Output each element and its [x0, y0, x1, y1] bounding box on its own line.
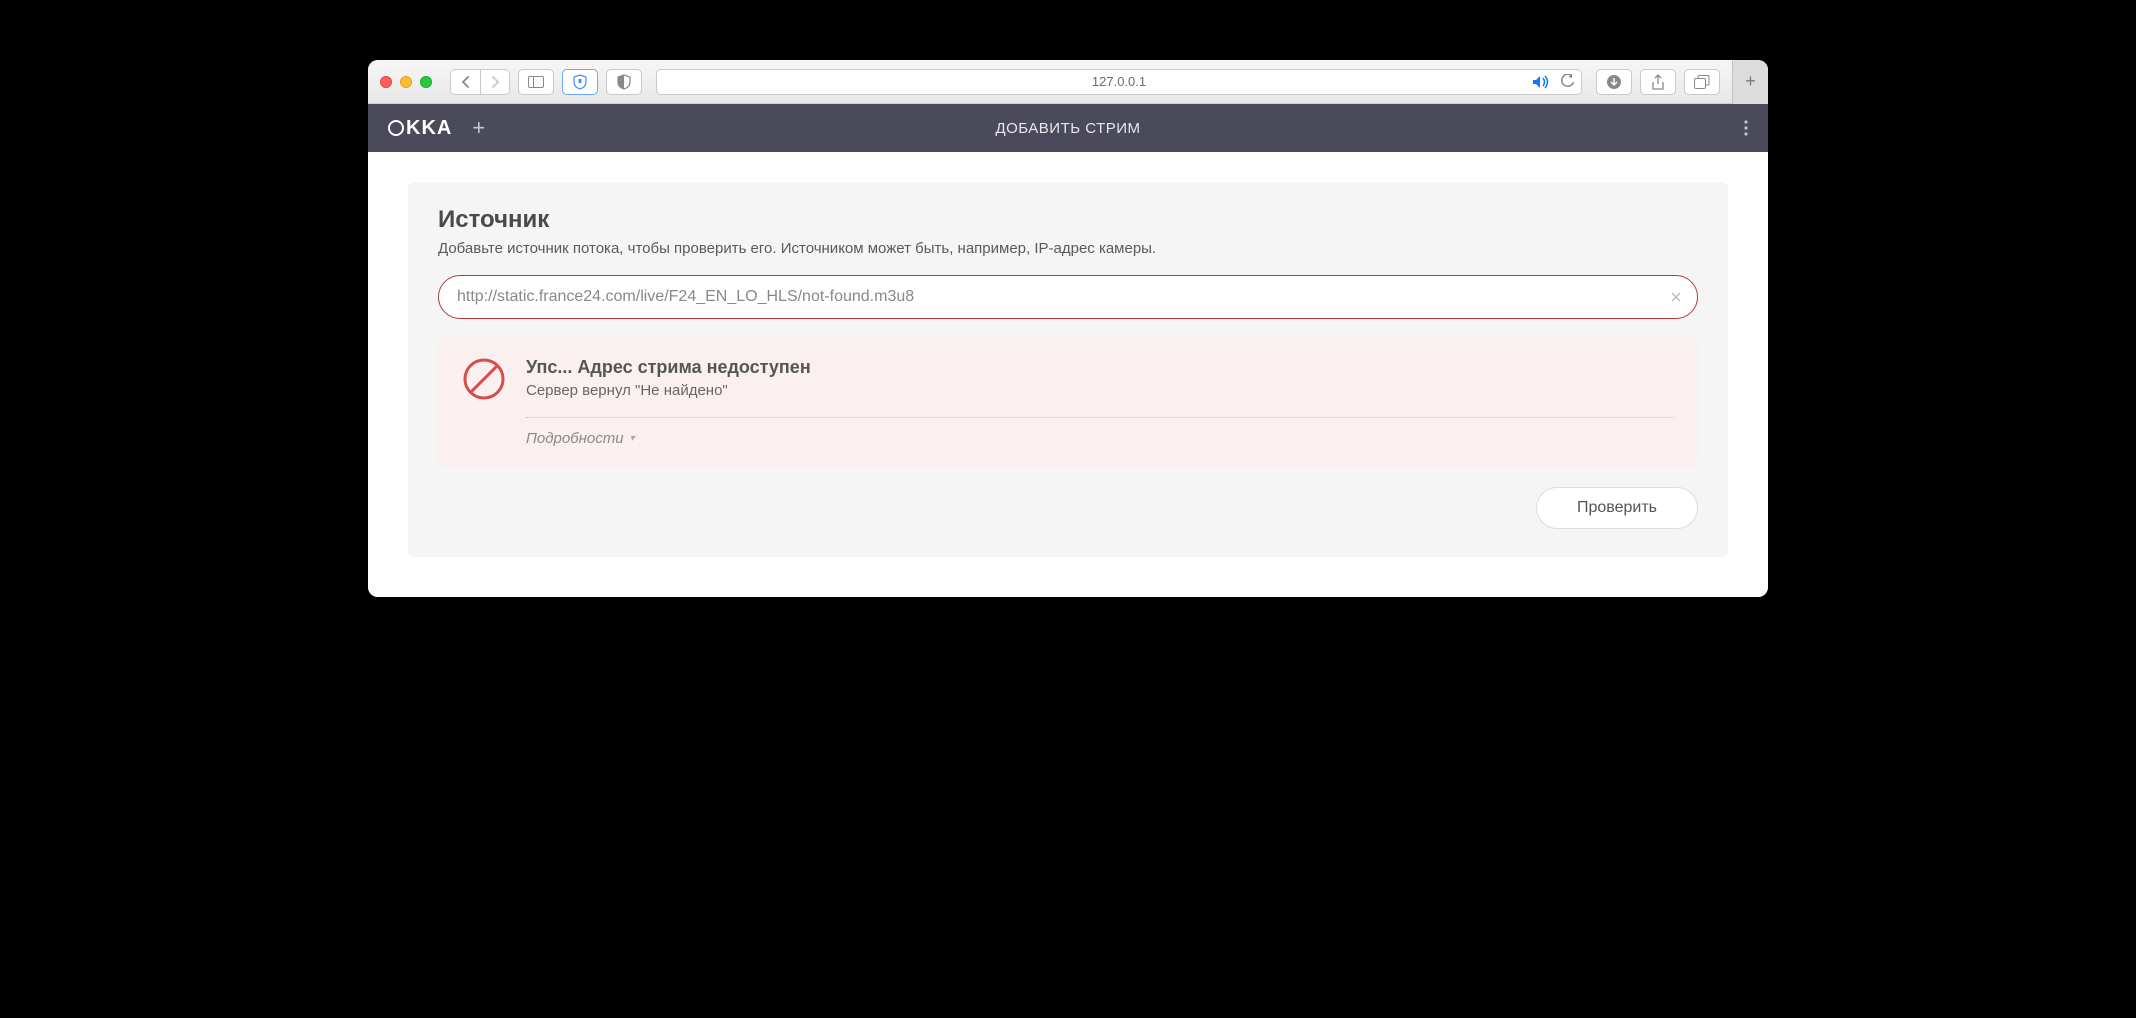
tabs-icon: [1694, 75, 1710, 89]
sidebar-icon: [528, 76, 544, 88]
page-title: ДОБАВИТЬ СТРИМ: [995, 120, 1140, 137]
logo-text: KKA: [406, 117, 452, 140]
source-subtitle: Добавьте источник потока, чтобы проверит…: [438, 240, 1698, 257]
audio-icon[interactable]: [1532, 75, 1550, 89]
error-message: Сервер вернул "Не найдено": [526, 382, 1674, 399]
browser-window: 127.0.0.1 + KKA + ДОБАВИТЬ: [368, 60, 1768, 597]
check-button[interactable]: Проверить: [1536, 487, 1698, 529]
close-window-button[interactable]: [380, 76, 392, 88]
source-card: Источник Добавьте источник потока, чтобы…: [408, 182, 1728, 557]
url-input-wrap: [438, 275, 1698, 319]
share-button[interactable]: [1640, 69, 1676, 95]
new-tab-button[interactable]: +: [1732, 60, 1768, 104]
maximize-window-button[interactable]: [420, 76, 432, 88]
add-button[interactable]: +: [472, 115, 485, 141]
clear-input-button[interactable]: [1670, 291, 1682, 303]
app-header: KKA + ДОБАВИТЬ СТРИМ: [368, 104, 1768, 152]
chevron-right-icon: [490, 76, 500, 88]
error-panel: Упс... Адрес стрима недоступен Сервер ве…: [438, 337, 1698, 467]
logo-circle-icon: [388, 120, 404, 136]
address-right-controls: [1532, 74, 1575, 90]
divider: [526, 417, 1674, 418]
forward-button[interactable]: [480, 69, 510, 95]
stream-url-input[interactable]: [438, 275, 1698, 319]
actions-row: Проверить: [438, 487, 1698, 529]
error-content: Упс... Адрес стрима недоступен Сервер ве…: [526, 357, 1674, 447]
prohibited-icon: [462, 357, 506, 401]
close-icon: [1670, 291, 1682, 303]
error-title: Упс... Адрес стрима недоступен: [526, 357, 1674, 378]
chevron-down-icon: ▾: [630, 433, 635, 444]
address-bar[interactable]: 127.0.0.1: [656, 69, 1582, 95]
browser-toolbar: 127.0.0.1 +: [368, 60, 1768, 104]
details-label: Подробности: [526, 430, 624, 447]
share-icon: [1651, 74, 1665, 90]
privacy-button[interactable]: [606, 69, 642, 95]
content-area: Источник Добавьте источник потока, чтобы…: [368, 152, 1768, 597]
tabs-button[interactable]: [1684, 69, 1720, 95]
window-controls: [380, 76, 432, 88]
sidebar-toggle-button[interactable]: [518, 69, 554, 95]
downloads-button[interactable]: [1596, 69, 1632, 95]
details-toggle[interactable]: Подробности ▾: [526, 430, 1674, 447]
minimize-window-button[interactable]: [400, 76, 412, 88]
nav-buttons: [450, 69, 510, 95]
chevron-left-icon: [461, 76, 471, 88]
privacy-shield-icon: [617, 74, 631, 90]
shield-icon: [573, 74, 587, 90]
error-icon: [462, 357, 506, 401]
reload-icon[interactable]: [1560, 74, 1575, 90]
back-button[interactable]: [450, 69, 480, 95]
more-vertical-icon: [1744, 120, 1748, 136]
download-icon: [1606, 74, 1622, 90]
source-title: Источник: [438, 206, 1698, 234]
menu-button[interactable]: [1744, 120, 1748, 136]
shield-button[interactable]: [562, 69, 598, 95]
app-logo[interactable]: KKA: [388, 117, 452, 140]
address-text: 127.0.0.1: [1092, 74, 1146, 89]
